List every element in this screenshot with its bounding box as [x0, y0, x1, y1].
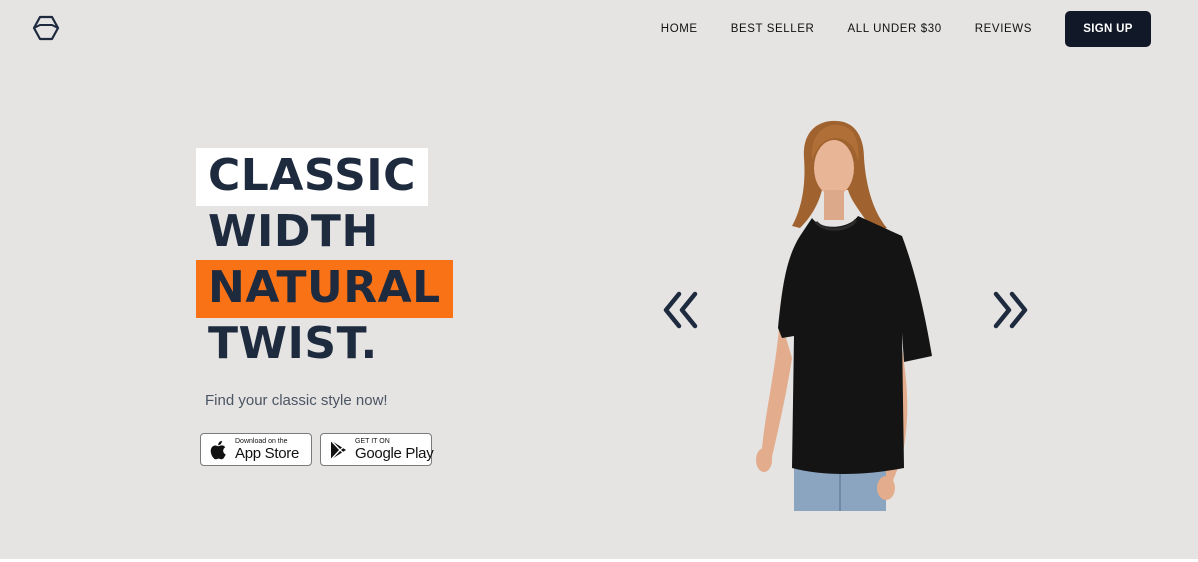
google-play-button[interactable]: GET IT ON Google Play — [320, 433, 434, 466]
nav-home[interactable]: HOME — [661, 23, 698, 35]
app-store-big-label: App Store — [235, 445, 300, 462]
app-store-button[interactable]: Download on the App Store — [200, 433, 312, 466]
google-play-big-label: Google Play — [355, 445, 434, 462]
hero-section: HOME BEST SELLER ALL UNDER $30 REVIEWS S… — [0, 0, 1198, 559]
nav-reviews[interactable]: REVIEWS — [975, 23, 1032, 35]
google-play-text: GET IT ON Google Play — [355, 438, 434, 462]
model-image — [752, 118, 942, 511]
logo-icon[interactable] — [32, 14, 60, 42]
google-play-icon — [329, 439, 349, 461]
apple-icon — [209, 439, 229, 461]
nav-all-under-30[interactable]: ALL UNDER $30 — [847, 23, 941, 35]
carousel-prev-button[interactable] — [661, 290, 701, 330]
double-chevron-left-icon — [661, 290, 701, 330]
hero-subtitle: Find your classic style now! — [205, 392, 388, 409]
main-nav: HOME BEST SELLER ALL UNDER $30 REVIEWS S… — [661, 11, 1151, 47]
app-store-small-label: Download on the — [235, 438, 288, 445]
google-play-small-label: GET IT ON — [355, 438, 390, 445]
headline-line-4: TWIST. — [208, 318, 378, 369]
signup-button[interactable]: SIGN UP — [1065, 11, 1151, 47]
carousel-next-button[interactable] — [990, 290, 1030, 330]
headline-line-1: CLASSIC — [196, 148, 428, 206]
double-chevron-right-icon — [990, 290, 1030, 330]
nav-best-seller[interactable]: BEST SELLER — [731, 23, 815, 35]
headline-line-2: WIDTH — [208, 206, 379, 257]
app-store-text: Download on the App Store — [235, 438, 299, 461]
headline-line-3-highlighted: NATURAL — [196, 260, 453, 318]
